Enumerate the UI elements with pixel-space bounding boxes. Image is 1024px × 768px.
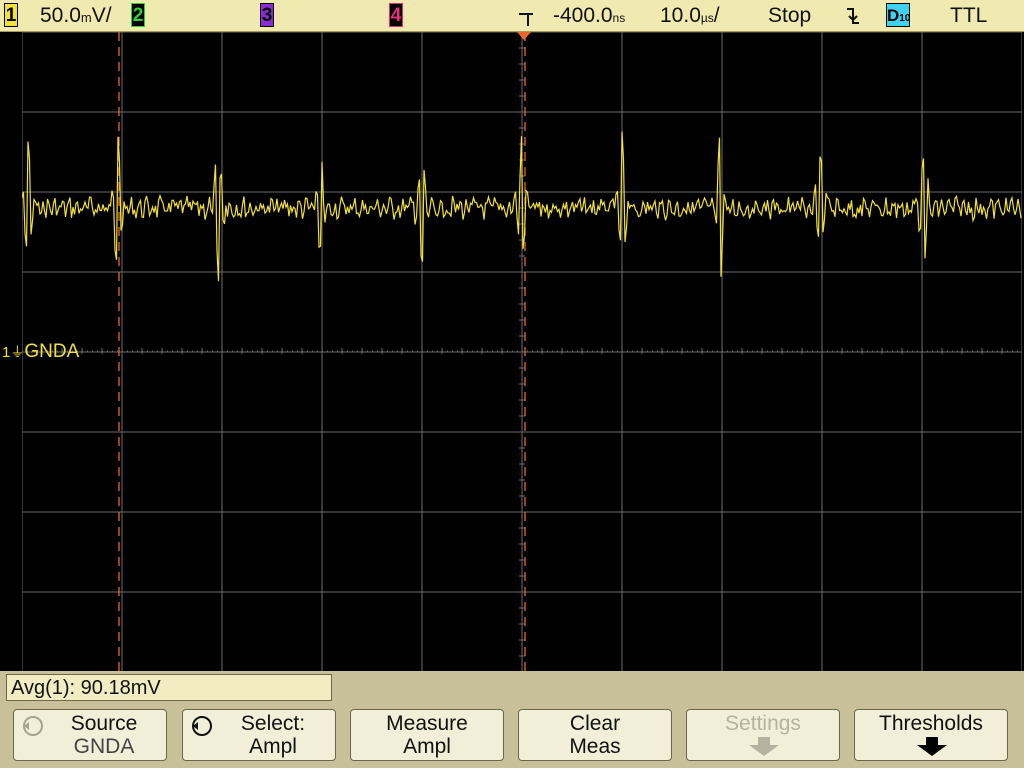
waveform-display[interactable] [22, 32, 1022, 671]
trigger-position-icon [517, 32, 531, 40]
trigger-delay-icon [519, 13, 533, 26]
ground-icon: ⏚ [10, 344, 25, 360]
thresholds-button[interactable]: Thresholds [854, 709, 1008, 761]
ch1-indicator[interactable]: 1 [4, 3, 18, 27]
measure-button[interactable]: Measure Ampl [350, 709, 504, 761]
run-state: Stop [768, 4, 812, 27]
ground-marker-text: GNDA [24, 341, 80, 362]
trigger-delay: -400.0ns [553, 4, 626, 27]
ch3-indicator[interactable]: 3 [260, 3, 274, 27]
threshold-label: TTL [950, 4, 988, 27]
ch4-indicator[interactable]: 4 [389, 3, 403, 27]
channel1-ground-marker[interactable]: 1⏚GNDA [2, 341, 79, 363]
select-button[interactable]: Select: Ampl [182, 709, 336, 761]
clear-meas-button[interactable]: Clear Meas [518, 709, 672, 761]
settings-button[interactable]: Settings [686, 709, 840, 761]
graticule [22, 32, 1022, 671]
ch1-scale: 50.0mV/ [40, 4, 112, 27]
ch1-unit-prefix: m [80, 10, 92, 25]
falling-edge-icon [847, 8, 859, 24]
status-bar: 1 50.0mV/ 2 3 4 -400.0ns 10.0µs/ Stop D1… [0, 0, 1024, 32]
source-button[interactable]: Source GNDA [13, 709, 167, 761]
arrow-down-icon [749, 737, 779, 756]
timebase: 10.0µs/ [660, 4, 720, 27]
softkey-panel: Avg(1): 90.18mV Source GNDA Select: Ampl… [0, 671, 1024, 768]
digital-channel-indicator[interactable]: D10 [886, 3, 910, 27]
measurement-readout: Avg(1): 90.18mV [6, 674, 332, 701]
ch2-indicator[interactable]: 2 [131, 3, 145, 27]
arrow-down-icon [917, 737, 947, 756]
